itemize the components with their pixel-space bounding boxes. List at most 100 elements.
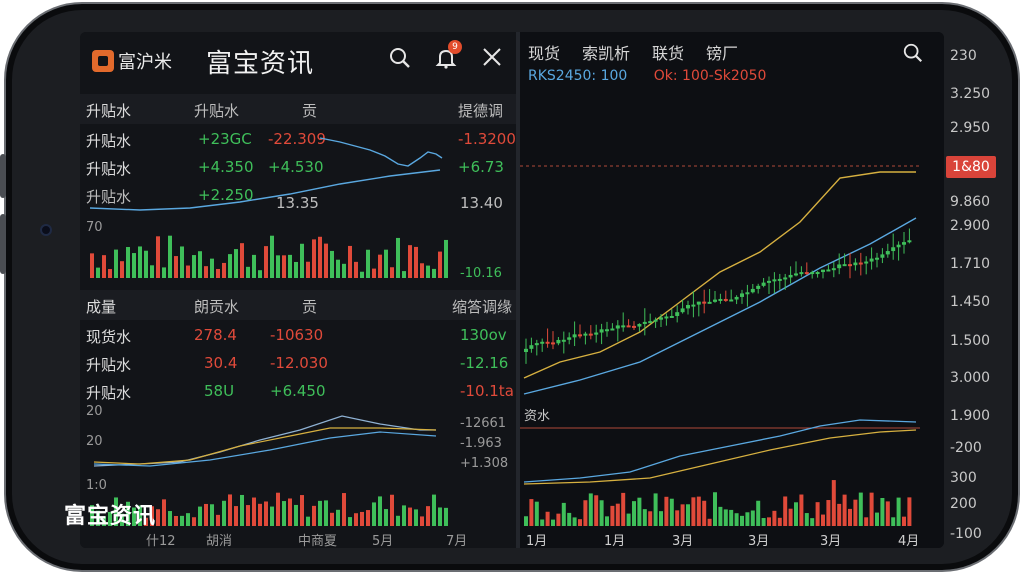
volume-bar <box>354 513 358 526</box>
candle-body <box>529 345 534 349</box>
candle-body <box>707 301 712 304</box>
volume-bar <box>180 515 184 526</box>
candle-body <box>675 312 680 316</box>
candle-body <box>594 332 599 335</box>
volume-bar <box>444 507 448 526</box>
candle-body <box>734 296 739 300</box>
candle-body <box>648 321 653 324</box>
volume-bar <box>858 492 863 526</box>
volume-bar <box>264 501 268 526</box>
volume-bar <box>408 507 412 526</box>
volume-button <box>0 214 6 274</box>
volume-bar <box>186 513 190 526</box>
ma-line <box>523 217 917 395</box>
volume-bar <box>318 500 322 526</box>
volume-bar <box>567 512 572 526</box>
y-axis-label: 9.860 <box>950 194 991 210</box>
volume-bar <box>864 517 869 526</box>
candle-body <box>669 315 674 318</box>
volume-bar <box>729 509 734 526</box>
candle-body <box>777 278 782 281</box>
volume-bar <box>691 497 696 526</box>
candle-body <box>831 268 836 271</box>
candle-body <box>545 341 550 344</box>
volume-bar <box>885 501 890 526</box>
candle-body <box>702 301 707 304</box>
candle-body <box>891 247 896 252</box>
y-axis-label: -200 <box>950 440 982 456</box>
volume-bar <box>880 497 885 526</box>
volume-bar <box>669 498 674 526</box>
volume-bar <box>783 496 788 526</box>
volume-bar <box>756 500 761 526</box>
candle-body <box>567 337 572 340</box>
volume-bar <box>588 493 593 526</box>
volume-bar <box>815 502 820 526</box>
volume-bar <box>848 508 852 526</box>
y-axis-label: 1.450 <box>950 294 991 310</box>
volume-bar <box>294 504 298 526</box>
volume-bar <box>561 502 566 526</box>
candle-body <box>842 264 847 267</box>
y-axis-label: 300 <box>950 470 977 486</box>
volume-bar <box>204 503 208 526</box>
candle-body <box>524 348 528 352</box>
volume-bar <box>336 509 340 526</box>
volume-bar <box>707 518 712 526</box>
volume-bar <box>821 514 825 526</box>
volume-bar <box>621 492 626 526</box>
volume-bar <box>745 512 750 526</box>
candle-body <box>750 288 755 293</box>
volume-bar <box>702 500 707 526</box>
x-label: 1月 <box>604 534 626 548</box>
volume-bar <box>777 517 782 526</box>
x-label: 1月 <box>526 534 548 548</box>
candle-body <box>767 280 771 283</box>
candle-body <box>885 251 890 255</box>
candle-body <box>853 262 858 266</box>
candle-body <box>896 244 901 248</box>
candle-body <box>664 316 669 319</box>
volume-bar <box>902 516 906 526</box>
ma-line <box>93 431 437 467</box>
volume-bar <box>572 517 577 526</box>
candle-body <box>659 317 663 320</box>
candle-body <box>826 269 831 272</box>
candle-body <box>599 329 604 333</box>
volume-bar <box>767 517 771 526</box>
x-label: 3月 <box>820 534 842 548</box>
y-axis-label: 3.250 <box>950 86 991 102</box>
volume-bar <box>696 496 701 526</box>
volume-bar <box>258 503 262 526</box>
volume-bar <box>659 511 663 526</box>
candle-body <box>632 325 636 328</box>
candle-body <box>729 299 734 302</box>
candle-body <box>772 279 777 282</box>
candle-body <box>756 285 761 289</box>
y-axis-label: 2.950 <box>950 120 991 136</box>
volume-bar <box>545 511 550 526</box>
candle-body <box>686 305 690 309</box>
candle-body <box>534 343 539 346</box>
volume-bar <box>390 494 394 526</box>
watermark-text: 富宝资讯 <box>64 504 157 529</box>
sub-line <box>523 429 917 485</box>
y-axis-label: 1.710 <box>950 256 991 272</box>
volume-bar <box>594 495 599 526</box>
volume-bar <box>556 513 561 526</box>
volume-bar <box>734 513 739 526</box>
candle-body <box>583 333 588 336</box>
volume-bar <box>637 497 642 526</box>
volume-bar <box>524 516 528 526</box>
volume-bar <box>772 510 777 526</box>
volume-bar <box>599 500 604 526</box>
volume-bar <box>252 497 256 526</box>
candle-body <box>848 264 852 267</box>
volume-bar <box>723 509 728 526</box>
volume-bar <box>222 500 226 526</box>
volume-bar <box>270 506 274 526</box>
volume-bar <box>348 517 352 526</box>
candle-body <box>621 325 626 328</box>
candle-body <box>718 298 723 301</box>
x-label: 5月 <box>372 534 394 548</box>
